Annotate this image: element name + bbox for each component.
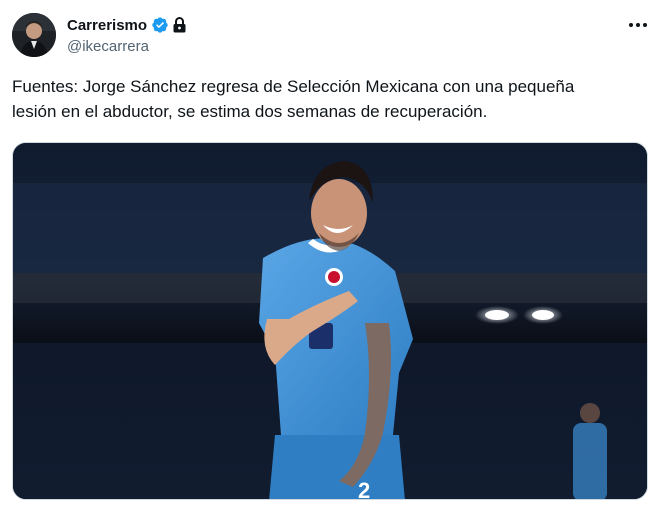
media-image: 2 (13, 143, 647, 500)
author-handle[interactable]: @ikecarrera (67, 38, 149, 55)
author-avatar[interactable] (12, 13, 56, 57)
tweet-text: Fuentes: Jorge Sánchez regresa de Selecc… (12, 77, 575, 121)
verified-badge-icon (151, 16, 169, 34)
jersey-number: 2 (358, 478, 370, 500)
more-options-button[interactable] (626, 13, 650, 37)
tweet-media-photo[interactable]: 2 (12, 142, 648, 500)
more-options-icon (629, 23, 647, 27)
author-display-name[interactable]: Carrerismo (67, 17, 147, 34)
author-name-row: Carrerismo (67, 14, 187, 36)
tweet-card[interactable]: Carrerismo @ikecarrera Fuentes: Jorge Sá… (0, 0, 669, 508)
lock-icon (172, 17, 187, 33)
avatar-image (12, 13, 56, 57)
